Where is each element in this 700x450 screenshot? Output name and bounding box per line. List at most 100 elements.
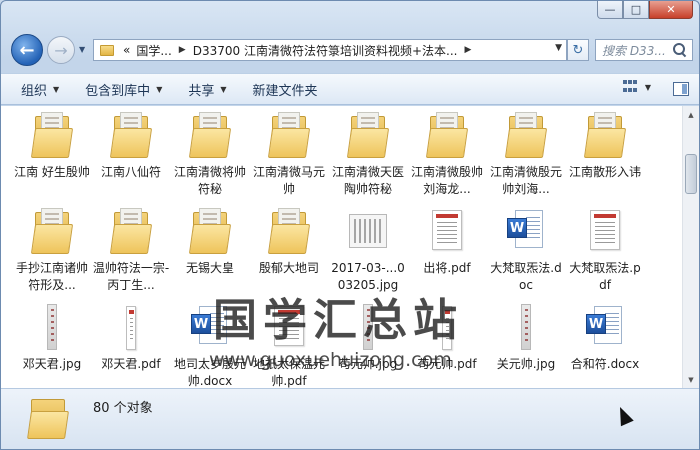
folder-icon (266, 206, 312, 258)
arrow-right-icon: → (54, 40, 68, 60)
image-file-icon (345, 206, 391, 258)
file-name: 江南 好生殷帅 (14, 165, 90, 179)
folder-icon (100, 44, 114, 56)
explorer-window: — □ ✕ ← → ▼ « 国学... ▶ D33700 江南清微符法符箓培训资… (0, 0, 700, 450)
address-bar[interactable]: « 国学... ▶ D33700 江南清微符法符箓培训资料视频+法本... ▶ … (93, 39, 567, 61)
refresh-button[interactable]: ↻ (567, 39, 589, 61)
forward-button[interactable]: → (47, 36, 75, 64)
view-grid-icon (622, 80, 639, 94)
share-label: 共享 (188, 83, 215, 99)
search-icon[interactable] (672, 42, 688, 58)
search-box[interactable]: 搜索 D33... (595, 39, 693, 61)
file-name: 江南清微殷元帅刘海... (489, 165, 562, 196)
details-pane: 80 个对象 (1, 388, 699, 449)
file-item[interactable]: 邓天君.jpg (13, 302, 91, 388)
breadcrumb-segment-root[interactable]: 国学... (133, 42, 174, 59)
folder-icon (582, 110, 628, 162)
folder-icon (108, 206, 154, 258)
file-item[interactable]: 江南清微天医陶帅符秘 (329, 110, 407, 198)
scroll-up-icon[interactable]: ▲ (683, 106, 699, 123)
word-document-icon: W (503, 206, 549, 258)
file-item[interactable]: 江南八仙符 (92, 110, 170, 198)
chevron-down-icon: ▼ (53, 84, 60, 94)
back-button[interactable]: ← (11, 34, 43, 66)
organize-button[interactable]: 组织 ▼ (21, 80, 59, 99)
folder-icon (424, 110, 470, 162)
file-item[interactable]: 2017-03-...003205.jpg (329, 206, 407, 294)
file-item[interactable]: 出将.pdf (408, 206, 486, 294)
breadcrumb-separator-icon[interactable]: ▶ (175, 45, 190, 55)
file-name: 江南清微殷帅刘海龙... (410, 165, 483, 196)
organize-label: 组织 (21, 83, 48, 99)
maximize-button[interactable]: □ (623, 1, 649, 19)
file-item[interactable]: W 合和符.docx (566, 302, 644, 388)
pdf-file-icon (108, 302, 154, 354)
minimize-button[interactable]: — (597, 1, 623, 19)
search-input[interactable]: 搜索 D33... (596, 42, 672, 59)
file-name: 手抄江南诸帅符形及... (15, 261, 88, 292)
chevron-down-icon: ▼ (156, 84, 163, 94)
file-name: 大梵取炁法.doc (490, 261, 562, 292)
arrow-left-icon: ← (19, 39, 35, 61)
image-file-icon (503, 302, 549, 354)
share-button[interactable]: 共享 ▼ (188, 80, 226, 99)
include-library-label: 包含到库中 (85, 83, 151, 99)
file-item[interactable]: 殷郁大地司 (250, 206, 328, 294)
file-item[interactable]: 温帅符法一宗-丙丁生... (92, 206, 170, 294)
pdf-file-icon (582, 206, 628, 258)
image-file-icon (29, 302, 75, 354)
word-document-icon: W (582, 302, 628, 354)
file-name: 邓天君.pdf (101, 357, 161, 371)
file-item[interactable]: 江南清微殷元帅刘海... (487, 110, 565, 198)
file-name: 江南清微将帅符秘 (173, 165, 246, 196)
breadcrumb-segment-current[interactable]: D33700 江南清微符法符箓培训资料视频+法本... (190, 42, 461, 59)
vertical-scrollbar[interactable]: ▲ ▼ (682, 106, 699, 388)
address-dropdown-icon[interactable]: ▼ (555, 43, 562, 53)
file-item[interactable]: 关元帅.jpg (487, 302, 565, 388)
file-name: 邓天君.jpg (22, 357, 82, 371)
preview-pane-icon[interactable] (673, 82, 689, 96)
caption-buttons: — □ ✕ (597, 1, 693, 19)
file-name: 关元帅.jpg (496, 357, 556, 371)
file-item[interactable]: 江南 好生殷帅 (13, 110, 91, 198)
view-options-button[interactable]: ▼ (622, 80, 651, 94)
scroll-down-icon[interactable]: ▼ (683, 371, 699, 388)
file-item[interactable]: 无锡大皇 (171, 206, 249, 294)
file-item[interactable]: 大梵取炁法.pdf (566, 206, 644, 294)
folder-icon (187, 206, 233, 258)
command-bar: 组织 ▼ 包含到库中 ▼ 共享 ▼ 新建文件夹 ▼ (1, 73, 699, 105)
chevron-down-icon: ▼ (220, 84, 227, 94)
include-library-button[interactable]: 包含到库中 ▼ (85, 80, 162, 99)
scrollbar-thumb[interactable] (685, 154, 697, 194)
folder-icon (187, 110, 233, 162)
file-item[interactable]: 江南清微殷帅刘海龙... (408, 110, 486, 198)
folder-icon (108, 110, 154, 162)
watermark-cn: 国学汇总站 (213, 295, 463, 346)
file-name: 江南清微天医陶帅符秘 (331, 165, 404, 196)
address-overflow[interactable]: « (120, 43, 133, 57)
file-item[interactable]: 江南清微马元帅 (250, 110, 328, 198)
history-dropdown[interactable]: ▼ (79, 45, 85, 54)
folder-icon (345, 110, 391, 162)
mouse-cursor-icon (613, 404, 634, 427)
folder-icon (29, 206, 75, 258)
file-item[interactable]: 江南散形入讳 (566, 110, 644, 198)
file-item[interactable]: 江南清微将帅符秘 (171, 110, 249, 198)
new-folder-label: 新建文件夹 (252, 83, 318, 99)
folder-icon (266, 110, 312, 162)
watermark-url: www.guoxuehuizong.com (209, 349, 452, 371)
folder-icon (503, 110, 549, 162)
breadcrumb-separator-icon[interactable]: ▶ (460, 45, 475, 55)
navigation-bar: ← → ▼ « 国学... ▶ D33700 江南清微符法符箓培训资料视频+法本… (9, 33, 693, 69)
file-name: 大梵取炁法.pdf (569, 261, 641, 292)
close-button[interactable]: ✕ (649, 1, 693, 19)
chevron-down-icon: ▼ (79, 45, 86, 54)
file-item[interactable]: W 大梵取炁法.doc (487, 206, 565, 294)
chevron-down-icon: ▼ (644, 82, 651, 92)
pdf-file-icon (424, 206, 470, 258)
folder-icon (29, 110, 75, 162)
file-name: 江南清微马元帅 (252, 165, 325, 196)
file-item[interactable]: 邓天君.pdf (92, 302, 170, 388)
file-item[interactable]: 手抄江南诸帅符形及... (13, 206, 91, 294)
new-folder-button[interactable]: 新建文件夹 (253, 80, 318, 99)
